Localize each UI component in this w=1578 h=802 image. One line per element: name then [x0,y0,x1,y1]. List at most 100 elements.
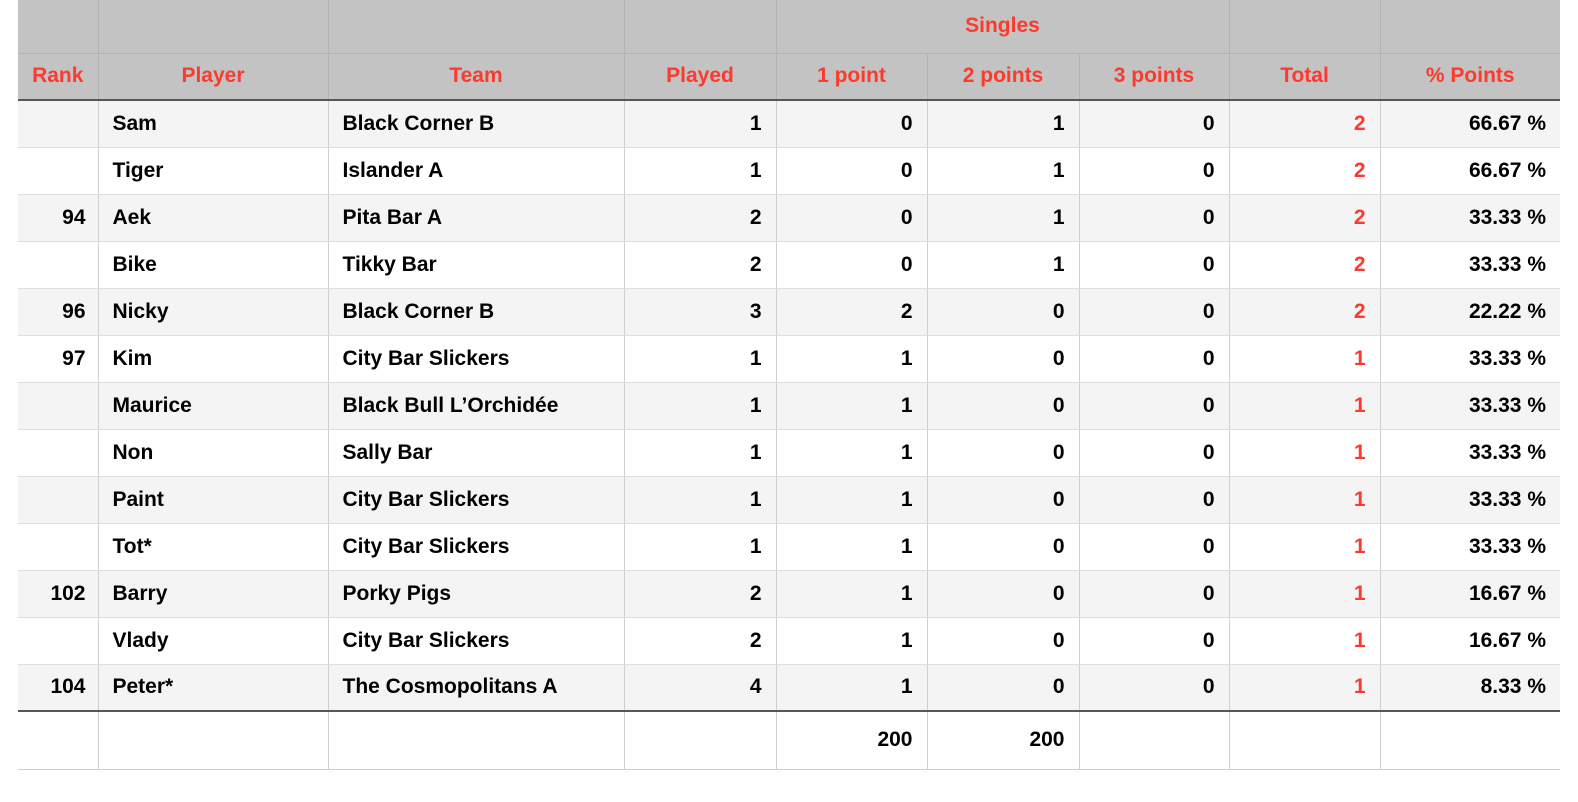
row-cell-played: 2 [624,241,777,289]
player-statistics-table: Singles Rank Player Team Played 1 point … [18,0,1560,770]
row-cell-player: Vlady [98,617,329,665]
row-cell-pct-points: 16.67 % [1380,617,1560,665]
row-cell-1-point: 2 [776,288,928,336]
row-cell-rank: 94 [18,194,99,242]
row-cell-played: 2 [624,194,777,242]
row-cell-player: Bike [98,241,329,289]
row-cell-team: Black Corner B [328,100,625,148]
row-cell-player: Kim [98,335,329,383]
row-cell-rank [18,147,99,195]
row-cell-played: 1 [624,523,777,571]
row-cell-3-points: 0 [1079,147,1230,195]
column-header-1-point[interactable]: 1 point [776,53,928,101]
row-cell-rank [18,241,99,289]
row-cell-pct-points: 33.33 % [1380,194,1560,242]
column-header-rank[interactable]: Rank [18,53,99,101]
row-cell-total: 1 [1229,429,1381,477]
group-header-total [1229,0,1381,54]
row-cell-pct-points: 33.33 % [1380,382,1560,430]
row-cell-3-points: 0 [1079,664,1230,712]
row-cell-1-point: 1 [776,335,928,383]
row-cell-3-points: 0 [1079,617,1230,665]
column-header-2-points[interactable]: 2 points [927,53,1080,101]
footer-cell-1-point: 200 [776,711,928,770]
footer-row: 200 200 [18,711,1560,770]
table-row: 94 Aek Pita Bar A 2 0 1 0 2 33.33 % [18,194,1560,242]
row-cell-team: The Cosmopolitans A [328,664,625,712]
row-cell-2-points: 1 [927,100,1080,148]
table-row: 96 Nicky Black Corner B 3 2 0 0 2 22.22 % [18,288,1560,336]
row-cell-total: 1 [1229,382,1381,430]
column-header-pct-points[interactable]: % Points [1380,53,1560,101]
column-header-row: Rank Player Team Played 1 point 2 points… [18,53,1560,101]
row-cell-player: Aek [98,194,329,242]
row-cell-team: Black Bull L’Orchidée [328,382,625,430]
row-cell-pct-points: 16.67 % [1380,570,1560,618]
row-cell-total: 2 [1229,241,1381,289]
group-header-pct [1380,0,1560,54]
row-cell-total: 2 [1229,288,1381,336]
row-cell-3-points: 0 [1079,382,1230,430]
row-cell-2-points: 0 [927,429,1080,477]
row-cell-team: City Bar Slickers [328,617,625,665]
row-cell-1-point: 1 [776,664,928,712]
row-cell-1-point: 1 [776,523,928,571]
row-cell-total: 2 [1229,100,1381,148]
column-header-team[interactable]: Team [328,53,625,101]
row-cell-team: City Bar Slickers [328,335,625,383]
table-row: Non Sally Bar 1 1 0 0 1 33.33 % [18,429,1560,477]
row-cell-player: Peter* [98,664,329,712]
row-cell-player: Tot* [98,523,329,571]
footer-cell-rank [18,711,99,770]
row-cell-team: Tikky Bar [328,241,625,289]
table-row: Tot* City Bar Slickers 1 1 0 0 1 33.33 % [18,523,1560,571]
row-cell-total: 1 [1229,570,1381,618]
table-row: Bike Tikky Bar 2 0 1 0 2 33.33 % [18,241,1560,289]
row-cell-played: 1 [624,429,777,477]
row-cell-pct-points: 22.22 % [1380,288,1560,336]
row-cell-rank: 102 [18,570,99,618]
table-row: Tiger Islander A 1 0 1 0 2 66.67 % [18,147,1560,195]
footer-cell-team [328,711,625,770]
row-cell-total: 1 [1229,664,1381,712]
row-cell-player: Sam [98,100,329,148]
row-cell-2-points: 0 [927,617,1080,665]
table-row: 97 Kim City Bar Slickers 1 1 0 0 1 33.33 % [18,335,1560,383]
row-cell-total: 1 [1229,335,1381,383]
row-cell-rank: 96 [18,288,99,336]
group-header-team [328,0,625,54]
column-header-total[interactable]: Total [1229,53,1381,101]
group-header-rank [18,0,99,54]
row-cell-3-points: 0 [1079,241,1230,289]
table-row: Sam Black Corner B 1 0 1 0 2 66.67 % [18,100,1560,148]
row-cell-2-points: 0 [927,570,1080,618]
row-cell-1-point: 0 [776,194,928,242]
row-cell-rank: 104 [18,664,99,712]
row-cell-total: 2 [1229,194,1381,242]
row-cell-team: Islander A [328,147,625,195]
row-cell-1-point: 1 [776,617,928,665]
row-cell-rank [18,476,99,524]
row-cell-team: City Bar Slickers [328,476,625,524]
group-header-player [98,0,329,54]
row-cell-1-point: 1 [776,429,928,477]
group-header-row: Singles [18,0,1560,54]
table-foot: 200 200 [18,711,1560,770]
row-cell-2-points: 0 [927,288,1080,336]
row-cell-3-points: 0 [1079,100,1230,148]
row-cell-rank [18,100,99,148]
row-cell-2-points: 0 [927,335,1080,383]
column-header-player[interactable]: Player [98,53,329,101]
column-header-3-points[interactable]: 3 points [1079,53,1230,101]
footer-cell-pct [1380,711,1560,770]
column-header-played[interactable]: Played [624,53,777,101]
row-cell-3-points: 0 [1079,570,1230,618]
row-cell-rank [18,617,99,665]
row-cell-played: 1 [624,100,777,148]
group-header-played [624,0,777,54]
row-cell-player: Barry [98,570,329,618]
row-cell-team: Pita Bar A [328,194,625,242]
row-cell-total: 1 [1229,476,1381,524]
row-cell-2-points: 0 [927,664,1080,712]
row-cell-1-point: 1 [776,382,928,430]
